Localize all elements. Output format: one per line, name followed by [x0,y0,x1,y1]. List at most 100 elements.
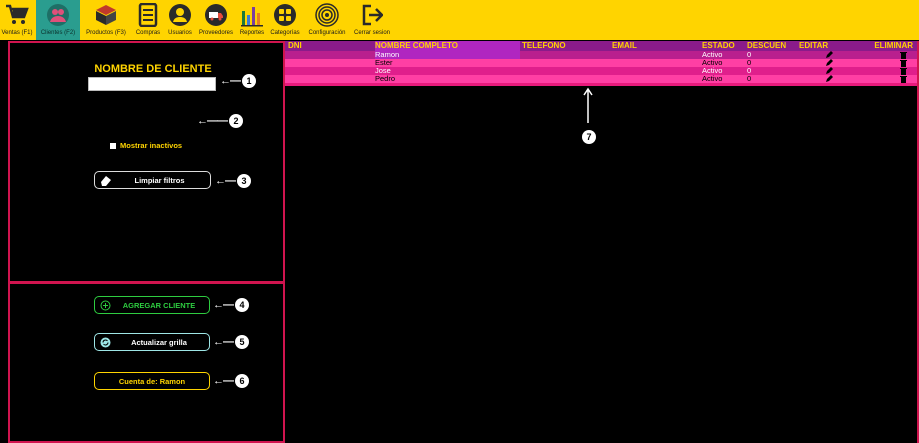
column-header-dni[interactable]: DNI [288,41,373,51]
annotation-number: 5 [235,335,249,349]
annotation-1: ←— 1 [220,74,256,88]
show-inactive-checkbox-row[interactable]: Mostrar inactivos [110,141,182,150]
plus-circle-icon [100,300,111,311]
cell-descuento: 0 [747,51,752,59]
truck-icon [205,4,227,26]
annotation-number: 7 [582,130,596,144]
table-row[interactable]: Jose Activo 0 [285,67,919,75]
annotation-number: 2 [229,114,243,128]
table-row[interactable]: Ramon Activo 0 [285,51,919,59]
toolbar-compras-button[interactable]: Compras [132,0,164,40]
toolbar-label: Configuración [308,30,346,36]
annotation-7: 7 [582,130,596,144]
toolbar-categorias-button[interactable]: Categorías [268,0,302,40]
edit-icon[interactable] [799,75,859,83]
clients-grid: DNI NOMBRE COMPLETO TELEFONO EMAIL ESTAD… [285,41,919,443]
cell-nombre: Ester [375,59,393,67]
toolbar-productos-button[interactable]: Productos (F3) [82,0,130,40]
refresh-grid-label: Actualizar grilla [131,337,187,347]
grid-header: DNI NOMBRE COMPLETO TELEFONO EMAIL ESTAD… [285,41,919,51]
arrow-left-icon: ←— [213,336,234,348]
toolbar-label: Ventas (F1) [1,30,33,36]
show-inactive-label: Mostrar inactivos [120,141,183,150]
refresh-grid-button[interactable]: Actualizar grilla [94,333,210,351]
clear-filters-label: Limpiar filtros [134,175,185,185]
user-icon [169,4,191,26]
cell-nombre: Ramon [375,51,520,59]
cell-email [612,75,702,83]
cell-telefono [522,75,612,83]
toolbar-reportes-button[interactable]: Reportes [237,0,267,40]
refresh-icon [100,337,111,348]
annotation-6: ←— 6 [213,374,249,388]
edit-icon[interactable] [799,59,859,67]
add-client-button[interactable]: AGREGAR CLIENTE [94,296,210,314]
cell-telefono [522,59,612,67]
arrow-left-icon: ←— [213,299,234,311]
column-header-email[interactable]: EMAIL [612,41,702,51]
toolbar-label: Productos (F3) [86,30,126,36]
toolbar-configuracion-button[interactable]: Configuración [304,0,350,40]
arrow-left-icon: ←— [220,75,241,87]
column-header-descuento[interactable]: DESCUEN [747,41,799,51]
grid-divider [285,83,919,86]
client-name-input[interactable] [88,77,216,91]
cell-dni [288,67,373,75]
annotation-number: 4 [235,298,249,312]
cell-dni [288,75,373,83]
clients-icon [47,4,69,26]
column-header-telefono[interactable]: TELEFONO [522,41,612,51]
toolbar-label: Cerrar sesion [353,30,390,36]
edit-icon[interactable] [799,67,859,75]
column-header-nombre[interactable]: NOMBRE COMPLETO [375,41,520,51]
toolbar-cerrar-sesion-button[interactable]: Cerrar sesion [352,0,392,40]
actions-panel: AGREGAR CLIENTE Actualizar grilla Cuenta… [8,282,285,443]
trash-icon[interactable] [859,51,919,59]
client-account-button[interactable]: Cuenta de: Ramon [94,372,210,390]
column-header-estado[interactable]: ESTADO [702,41,747,51]
annotation-number: 6 [235,374,249,388]
cell-telefono [522,51,612,59]
column-header-editar[interactable]: EDITAR [799,41,859,51]
main-toolbar: Ventas (F1) Clientes (F2) Productos (F3)… [0,0,919,40]
toolbar-label: Compras [135,30,161,36]
table-row[interactable]: Ester Activo 0 [285,59,919,67]
eraser-icon [101,176,111,186]
cart-icon [6,4,29,24]
toolbar-label: Categorías [270,30,300,36]
toolbar-clientes-button[interactable]: Clientes (F2) [36,0,80,40]
show-inactive-checkbox[interactable] [110,142,116,149]
cell-dni [288,51,373,59]
cell-descuento: 0 [747,59,752,67]
cell-email [612,59,702,67]
annotation-5: ←— 5 [213,335,249,349]
bar-chart-icon [241,7,263,27]
trash-icon[interactable] [859,75,919,83]
cell-nombre: Pedro [375,75,396,83]
annotation-2: ←—— 2 [197,114,243,128]
toolbar-proveedores-button[interactable]: Proveedores [196,0,236,40]
logout-icon [362,4,383,26]
annotation-3: ←— 3 [215,174,251,188]
toolbar-usuarios-button[interactable]: Usuarios [165,0,195,40]
cell-descuento: 0 [747,75,752,83]
document-icon [138,3,158,27]
trash-icon[interactable] [859,59,919,67]
arrow-up-icon [583,87,593,123]
clear-filters-button[interactable]: Limpiar filtros [94,171,211,189]
cell-estado: Activo [702,59,723,67]
toolbar-ventas-button[interactable]: Ventas (F1) [0,0,34,40]
toolbar-label: Usuarios [168,30,192,36]
trash-icon[interactable] [859,67,919,75]
toolbar-label: Proveedores [198,30,234,36]
annotation-4: ←— 4 [213,298,249,312]
arrow-left-icon: ←—— [197,115,228,127]
column-header-eliminar[interactable]: ELIMINAR [859,41,919,51]
cell-dni [288,59,373,67]
grid-icon [274,4,296,26]
table-row[interactable]: Pedro Activo 0 [285,75,919,83]
arrow-left-icon: ←— [215,175,236,187]
target-icon [315,3,339,27]
cell-estado: Activo [702,51,723,59]
edit-icon[interactable] [799,51,859,59]
